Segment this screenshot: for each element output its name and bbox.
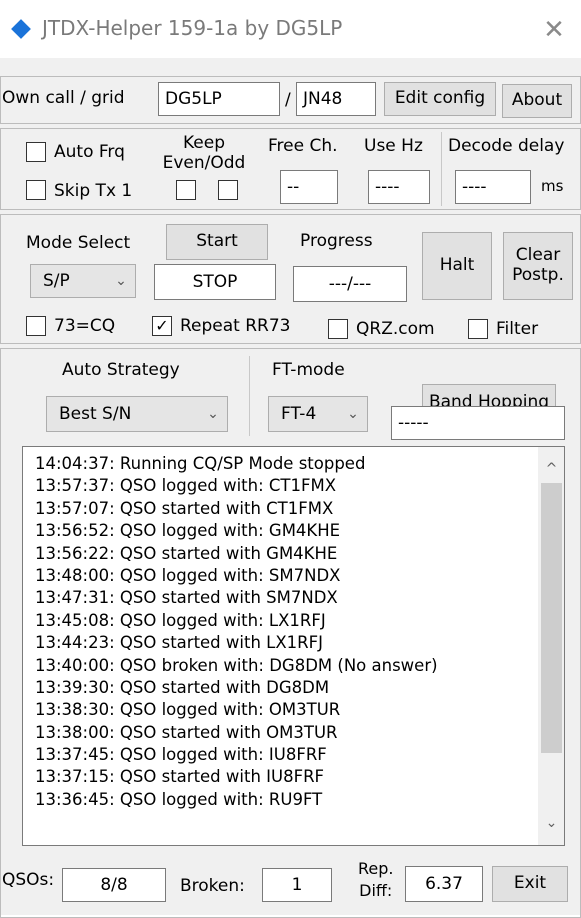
chevron-down-icon: ⌄ <box>115 273 127 289</box>
call-grid-separator: / <box>285 90 291 110</box>
log-line: 13:40:00: QSO broken with: DG8DM (No ans… <box>35 655 438 675</box>
progress-label: Progress <box>300 231 373 251</box>
opt-73cq-checkbox[interactable] <box>26 316 46 336</box>
close-button[interactable]: ✕ <box>534 10 574 50</box>
broken-display: 1 <box>262 868 332 902</box>
band-display: ----- <box>391 406 565 440</box>
ft-mode-dropdown[interactable]: FT-4 ⌄ <box>268 396 368 432</box>
skip-tx1-label: Skip Tx 1 <box>54 181 133 201</box>
edit-config-button[interactable]: Edit config <box>384 82 496 116</box>
decode-delay-unit: ms <box>541 177 564 195</box>
decode-delay-input[interactable]: ---- <box>455 170 531 204</box>
own-grid-input[interactable]: JN48 <box>296 82 376 116</box>
halt-button[interactable]: Halt <box>422 232 492 300</box>
strategy-separator <box>249 356 250 436</box>
log-line: 13:57:07: QSO started with CT1FMX <box>35 498 334 518</box>
scroll-thumb[interactable] <box>541 483 562 753</box>
opt-filter-label: Filter <box>496 319 539 339</box>
mode-select-label: Mode Select <box>26 233 131 253</box>
log-line: 13:36:45: QSO logged with: RU9FT <box>35 789 323 809</box>
log-line: 13:38:00: QSO started with OM3TUR <box>35 722 338 742</box>
scroll-down-icon[interactable]: ⌄ <box>538 815 564 831</box>
log-line: 13:56:22: QSO started with GM4KHE <box>35 543 338 563</box>
broken-label: Broken: <box>180 876 245 896</box>
log-line: 13:45:08: QSO logged with: LX1RFJ <box>35 610 326 630</box>
auto-strategy-label: Auto Strategy <box>62 360 180 380</box>
own-call-input[interactable]: DG5LP <box>158 82 280 116</box>
start-button[interactable]: Start <box>166 224 268 260</box>
mode-select-value: S/P <box>43 271 70 291</box>
free-ch-label: Free Ch. <box>268 136 338 156</box>
qsos-label: QSOs: <box>2 870 55 890</box>
log-listbox[interactable]: 14:04:37: Running CQ/SP Mode stopped 13:… <box>22 446 565 846</box>
opt-qrz-checkbox[interactable] <box>328 319 348 339</box>
chevron-down-icon: ⌄ <box>207 406 219 422</box>
opt-repeat-rr73-label: Repeat RR73 <box>180 316 291 336</box>
log-line: 13:47:31: QSO started with SM7NDX <box>35 588 338 608</box>
log-line: 13:56:52: QSO logged with: GM4KHE <box>35 521 341 541</box>
log-lines: 14:04:37: Running CQ/SP Mode stopped 13:… <box>35 453 525 811</box>
opt-73cq-label: 73=CQ <box>54 316 116 336</box>
rep-diff-display: 6.37 <box>405 866 483 902</box>
auto-strategy-value: Best S/N <box>59 404 132 424</box>
own-call-label: Own call / grid <box>2 88 125 108</box>
opt-repeat-rr73-checkbox[interactable]: ✓ <box>152 316 172 336</box>
log-line: 14:04:37: Running CQ/SP Mode stopped <box>35 454 366 473</box>
log-line: 13:39:30: QSO started with DG8DM <box>35 677 330 697</box>
mode-select-dropdown[interactable]: S/P ⌄ <box>30 264 136 298</box>
keep-even-odd-label: Keep Even/Odd <box>162 133 246 173</box>
log-scrollbar[interactable]: ^ ⌄ <box>538 447 564 845</box>
log-line: 13:38:30: QSO logged with: OM3TUR <box>35 700 341 720</box>
log-line: 13:57:37: QSO logged with: CT1FMX <box>35 476 337 496</box>
auto-frq-checkbox[interactable] <box>26 142 46 162</box>
auto-strategy-dropdown[interactable]: Best S/N ⌄ <box>46 396 228 432</box>
auto-frq-label: Auto Frq <box>54 142 125 162</box>
ft-mode-label: FT-mode <box>272 360 345 380</box>
decode-delay-label: Decode delay <box>448 136 565 156</box>
checkmark-icon: ✓ <box>155 316 169 335</box>
use-hz-label: Use Hz <box>364 136 423 156</box>
rep-diff-label: Rep. Diff: <box>358 859 394 900</box>
log-line: 13:37:15: QSO started with IU8FRF <box>35 767 325 787</box>
opt-filter-checkbox[interactable] <box>468 319 488 339</box>
ft-mode-value: FT-4 <box>281 404 317 424</box>
keep-odd-checkbox[interactable] <box>218 180 238 200</box>
opt-qrz-label: QRZ.com <box>356 319 435 339</box>
clear-postp-button[interactable]: Clear Postp. <box>503 232 573 300</box>
scroll-up-icon[interactable]: ^ <box>538 461 564 477</box>
log-line: 13:44:23: QSO started with LX1RFJ <box>35 633 323 653</box>
chevron-down-icon: ⌄ <box>347 406 359 422</box>
keep-even-checkbox[interactable] <box>176 180 196 200</box>
use-hz-input[interactable]: ---- <box>368 170 430 204</box>
log-line: 13:37:45: QSO logged with: IU8FRF <box>35 745 327 765</box>
status-display: STOP <box>154 264 276 300</box>
exit-button[interactable]: Exit <box>492 866 568 902</box>
progress-display: ---/--- <box>293 266 407 302</box>
log-line: 13:48:00: QSO logged with: SM7NDX <box>35 565 341 585</box>
qsos-display: 8/8 <box>62 868 166 902</box>
settings-separator <box>441 132 442 206</box>
app-icon <box>11 19 31 39</box>
about-button[interactable]: About <box>502 84 572 118</box>
skip-tx1-checkbox[interactable] <box>26 180 46 200</box>
title-bar[interactable]: JTDX-Helper 159-1a by DG5LP ✕ <box>0 0 581 58</box>
free-ch-input[interactable]: -- <box>280 170 338 204</box>
window-title: JTDX-Helper 159-1a by DG5LP <box>42 16 343 40</box>
